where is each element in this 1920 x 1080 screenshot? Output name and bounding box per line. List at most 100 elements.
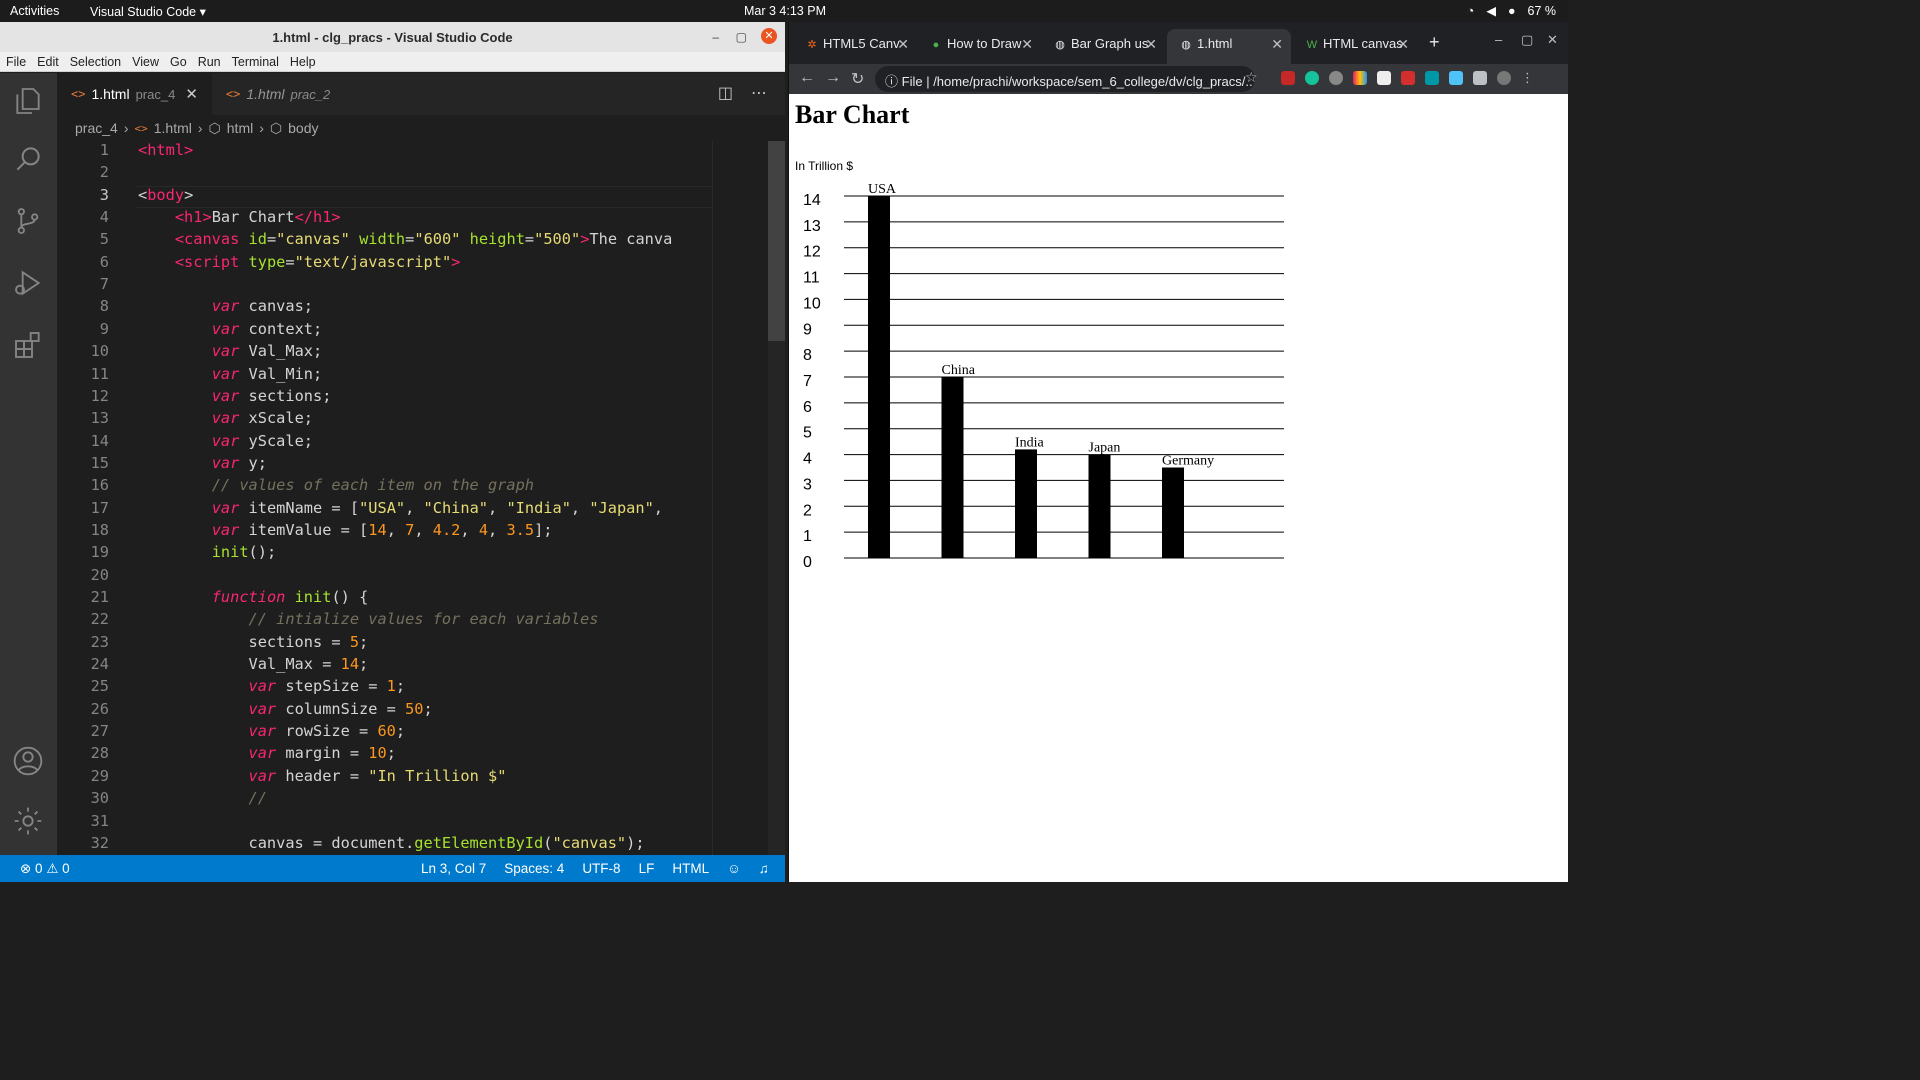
code-line[interactable]: var header = "In Trillion $" — [138, 767, 507, 785]
code-line[interactable]: var sections; — [138, 387, 332, 405]
language-mode[interactable]: HTML — [672, 861, 709, 876]
kebab-menu-icon[interactable]: ⋮ — [1521, 71, 1535, 85]
code-line[interactable]: var columnSize = 50; — [138, 700, 433, 718]
search-icon[interactable] — [12, 143, 46, 177]
code-line[interactable]: <h1>Bar Chart</h1> — [138, 208, 341, 226]
reload-icon[interactable]: ↻ — [851, 69, 864, 89]
menu-run[interactable]: Run — [198, 55, 221, 69]
code-line[interactable]: canvas = document.getElementById("canvas… — [138, 834, 645, 852]
code-line[interactable]: var y; — [138, 454, 267, 472]
forward-icon[interactable]: → — [825, 69, 841, 87]
minimap[interactable] — [712, 141, 768, 855]
tab-close-icon[interactable]: ✕ — [1271, 36, 1283, 53]
ublock-icon[interactable] — [1281, 71, 1295, 85]
new-tab-icon[interactable]: + — [1429, 32, 1440, 53]
colorpick-icon[interactable] — [1353, 71, 1367, 85]
code-line[interactable]: var Val_Min; — [138, 365, 323, 383]
activities-button[interactable]: Activities — [10, 4, 59, 18]
tab-1html-prac2[interactable]: <> 1.html prac_2 — [212, 73, 344, 115]
app-menu[interactable]: Visual Studio Code ▾ — [90, 4, 206, 19]
pinterest-icon[interactable] — [1329, 71, 1343, 85]
code-line[interactable]: var Val_Max; — [138, 342, 323, 360]
code-line[interactable]: Val_Max = 14; — [138, 655, 369, 673]
browser-tab-4[interactable]: ◍ 1.html ✕ — [1167, 29, 1291, 64]
code-line[interactable]: var stepSize = 1; — [138, 677, 406, 695]
clock[interactable]: Mar 3 4:13 PM — [744, 4, 826, 18]
code-line[interactable]: // — [138, 789, 267, 807]
code-line[interactable]: var itemName = ["USA", "China", "India",… — [138, 499, 663, 517]
code-line[interactable]: <script type="text/javascript"> — [138, 253, 461, 271]
bell-icon[interactable]: ♫ — [759, 861, 769, 876]
code-line[interactable]: var rowSize = 60; — [138, 722, 406, 740]
menu-terminal[interactable]: Terminal — [232, 55, 279, 69]
extension-icon[interactable] — [1425, 71, 1439, 85]
line-ending[interactable]: LF — [639, 861, 655, 876]
menu-selection[interactable]: Selection — [70, 55, 121, 69]
minimize-button[interactable]: – — [712, 30, 719, 44]
puzzle-icon[interactable] — [1473, 71, 1487, 85]
settings-gear-icon[interactable] — [12, 805, 46, 839]
menu-go[interactable]: Go — [170, 55, 187, 69]
menu-help[interactable]: Help — [290, 55, 316, 69]
maximize-button[interactable]: ▢ — [1521, 32, 1533, 48]
code-line[interactable]: var margin = 10; — [138, 744, 396, 762]
code-line[interactable]: var canvas; — [138, 297, 313, 315]
code-line[interactable]: var xScale; — [138, 409, 313, 427]
cursor-position[interactable]: Ln 3, Col 7 — [421, 861, 486, 876]
translate-icon[interactable] — [1449, 71, 1463, 85]
code-line[interactable]: <canvas id="canvas" width="600" height="… — [138, 230, 672, 248]
split-editor-icon[interactable]: ◫ — [718, 83, 733, 103]
close-button[interactable]: ✕ — [761, 28, 777, 44]
system-tray[interactable]: ◔ ◀ ● 67 % — [1467, 3, 1556, 19]
code-line[interactable]: <html> — [138, 141, 193, 159]
breadcrumb-file[interactable]: 1.html — [154, 120, 192, 136]
editor-scrollbar[interactable] — [768, 141, 785, 855]
code-line[interactable]: var itemValue = [14, 7, 4.2, 4, 3.5]; — [138, 521, 553, 539]
back-icon[interactable]: ← — [799, 69, 815, 87]
accounts-icon[interactable] — [12, 745, 46, 779]
minimize-button[interactable]: – — [1495, 32, 1502, 47]
problems-indicator[interactable]: ⊗ 0 ⚠ 0 — [20, 861, 70, 877]
code-line[interactable]: sections = 5; — [138, 633, 369, 651]
tab-close-icon[interactable]: ✕ — [1397, 36, 1409, 53]
close-button[interactable]: ✕ — [1547, 32, 1558, 48]
grammarly-icon[interactable] — [1305, 71, 1319, 85]
breadcrumb-html[interactable]: html — [227, 120, 253, 136]
breadcrumb-body[interactable]: body — [288, 120, 318, 136]
code-line[interactable]: var context; — [138, 320, 323, 338]
tab-close-icon[interactable]: ✕ — [1145, 36, 1157, 53]
scrollbar-thumb[interactable] — [768, 141, 785, 341]
lastpass-icon[interactable] — [1401, 71, 1415, 85]
source-control-icon[interactable] — [12, 205, 46, 239]
code-line[interactable]: init(); — [138, 543, 276, 561]
address-bar[interactable]: ⓘ File | /home/prachi/workspace/sem_6_co… — [875, 66, 1255, 92]
browser-tab-2[interactable]: ● How to Draw ✕ — [917, 29, 1041, 64]
tab-close-icon[interactable]: ✕ — [1021, 36, 1033, 53]
breadcrumb-folder[interactable]: prac_4 — [75, 120, 118, 136]
code-line[interactable]: function init() { — [138, 588, 369, 606]
extensions-icon[interactable] — [12, 329, 46, 363]
tab-1html-prac4[interactable]: <> 1.html prac_4 ✕ — [57, 73, 212, 115]
browser-tab-1[interactable]: ✲ HTML5 Canv ✕ — [793, 29, 917, 64]
encoding[interactable]: UTF-8 — [582, 861, 620, 876]
menu-view[interactable]: View — [132, 55, 159, 69]
code-line[interactable]: // values of each item on the graph — [138, 476, 534, 494]
tab-close-icon[interactable]: ✕ — [185, 85, 198, 103]
feedback-icon[interactable]: ☺ — [727, 861, 741, 876]
avatar[interactable] — [1497, 71, 1511, 85]
code-editor[interactable]: 1 <html> 2 3 <body> 4 <h1>Bar Chart</h1> 5 <ca… — [57, 141, 712, 855]
code-line[interactable]: // intialize values for each variables — [138, 610, 599, 628]
explorer-icon[interactable] — [12, 85, 46, 119]
code-line[interactable]: <body> — [138, 186, 193, 204]
maximize-button[interactable]: ▢ — [736, 30, 747, 44]
menu-edit[interactable]: Edit — [37, 55, 59, 69]
bookmark-star-icon[interactable]: ☆ — [1245, 69, 1258, 86]
more-actions-icon[interactable]: ⋯ — [751, 83, 767, 103]
indentation[interactable]: Spaces: 4 — [504, 861, 564, 876]
browser-tab-3[interactable]: ◍ Bar Graph us ✕ — [1041, 29, 1165, 64]
code-line[interactable]: var yScale; — [138, 432, 313, 450]
menu-file[interactable]: File — [6, 55, 26, 69]
browser-tab-5[interactable]: W HTML canvas ✕ — [1293, 29, 1417, 64]
tab-close-icon[interactable]: ✕ — [897, 36, 909, 53]
pdf-icon[interactable] — [1377, 71, 1391, 85]
